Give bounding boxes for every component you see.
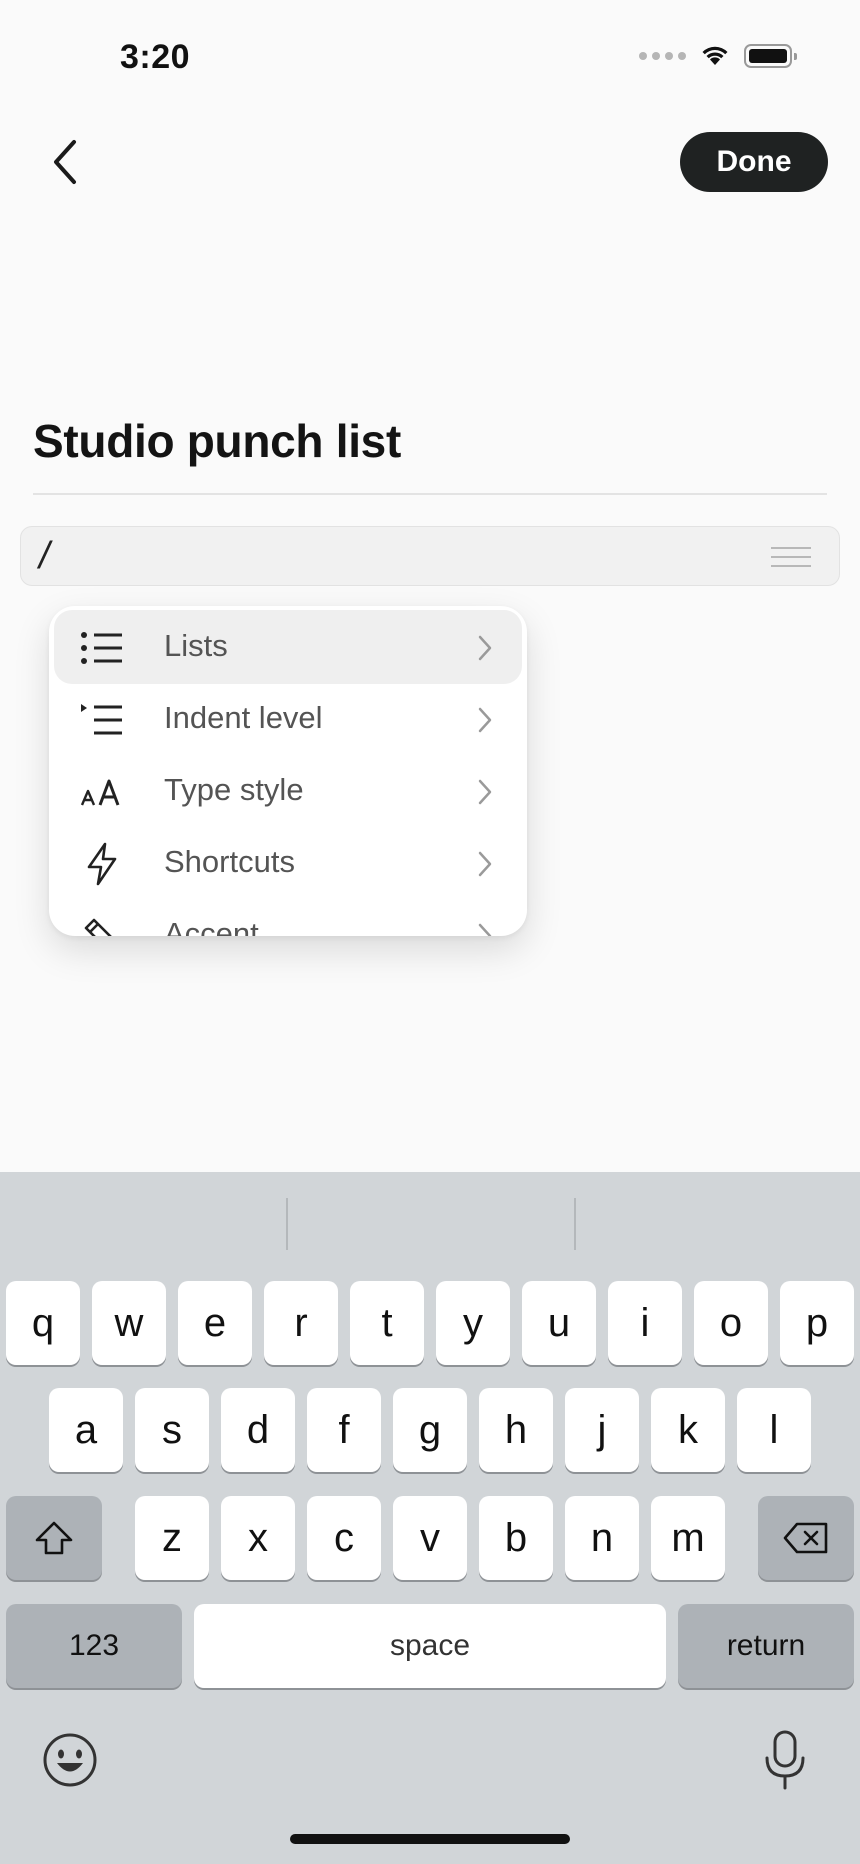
menu-item-label: Lists <box>164 628 228 663</box>
key-v[interactable]: v <box>393 1496 467 1580</box>
chevron-right-icon <box>478 851 492 877</box>
back-button[interactable] <box>40 132 90 192</box>
status-icons <box>639 44 797 68</box>
indent-icon <box>80 698 124 742</box>
suggestion-divider <box>574 1198 576 1250</box>
menu-item-label: Indent level <box>164 700 323 735</box>
key-n[interactable]: n <box>565 1496 639 1580</box>
key-k[interactable]: k <box>651 1388 725 1472</box>
key-g[interactable]: g <box>393 1388 467 1472</box>
key-f[interactable]: f <box>307 1388 381 1472</box>
drag-handle-icon[interactable] <box>771 547 811 574</box>
key-q[interactable]: q <box>6 1281 80 1365</box>
key-e[interactable]: e <box>178 1281 252 1365</box>
key-y[interactable]: y <box>436 1281 510 1365</box>
home-indicator[interactable] <box>290 1834 570 1844</box>
slash-command-block[interactable]: / <box>20 526 840 586</box>
chevron-right-icon <box>478 707 492 733</box>
return-key[interactable]: return <box>678 1604 854 1688</box>
emoji-icon <box>43 1733 97 1787</box>
key-j[interactable]: j <box>565 1388 639 1472</box>
chevron-right-icon <box>478 923 492 936</box>
shift-icon <box>35 1521 73 1555</box>
key-s[interactable]: s <box>135 1388 209 1472</box>
slash-command-menu: Lists Indent level Type style Shortcuts … <box>49 606 527 936</box>
key-h[interactable]: h <box>479 1388 553 1472</box>
key-o[interactable]: o <box>694 1281 768 1365</box>
done-button[interactable]: Done <box>680 132 828 192</box>
menu-item-shortcuts[interactable]: Shortcuts <box>54 826 522 900</box>
highlighter-icon <box>80 914 124 936</box>
key-u[interactable]: u <box>522 1281 596 1365</box>
key-x[interactable]: x <box>221 1496 295 1580</box>
key-z[interactable]: z <box>135 1496 209 1580</box>
key-w[interactable]: w <box>92 1281 166 1365</box>
suggestion-divider <box>286 1198 288 1250</box>
bulleted-list-icon <box>80 626 124 670</box>
text-size-icon <box>80 770 124 814</box>
keyboard: q w e r t y u i o p a s d f g h j k l z … <box>0 1172 860 1864</box>
menu-item-indent-level[interactable]: Indent level <box>54 682 522 756</box>
key-l[interactable]: l <box>737 1388 811 1472</box>
menu-item-lists[interactable]: Lists <box>54 610 522 684</box>
menu-item-type-style[interactable]: Type style <box>54 754 522 828</box>
status-bar: 3:20 <box>0 0 860 110</box>
key-i[interactable]: i <box>608 1281 682 1365</box>
key-b[interactable]: b <box>479 1496 553 1580</box>
numbers-key[interactable]: 123 <box>6 1604 182 1688</box>
title-divider <box>33 493 827 495</box>
slash-command-input[interactable]: / <box>39 535 50 578</box>
key-d[interactable]: d <box>221 1388 295 1472</box>
delete-key[interactable] <box>758 1496 854 1580</box>
menu-item-label: Shortcuts <box>164 844 295 879</box>
cellular-signal-icon <box>639 52 686 60</box>
chevron-right-icon <box>478 635 492 661</box>
key-r[interactable]: r <box>264 1281 338 1365</box>
key-m[interactable]: m <box>651 1496 725 1580</box>
microphone-icon <box>765 1730 805 1790</box>
lightning-bolt-icon <box>80 842 124 886</box>
emoji-button[interactable] <box>40 1730 100 1790</box>
chevron-right-icon <box>478 779 492 805</box>
space-key[interactable]: space <box>194 1604 666 1688</box>
wifi-icon <box>702 46 728 65</box>
menu-item-label: Accent <box>164 916 259 936</box>
dictation-button[interactable] <box>760 1728 810 1794</box>
key-p[interactable]: p <box>780 1281 854 1365</box>
shift-key[interactable] <box>6 1496 102 1580</box>
chevron-left-icon <box>54 140 76 184</box>
key-a[interactable]: a <box>49 1388 123 1472</box>
status-time: 3:20 <box>120 38 191 76</box>
backspace-icon <box>783 1522 828 1554</box>
key-t[interactable]: t <box>350 1281 424 1365</box>
battery-icon <box>744 44 797 68</box>
menu-item-accent[interactable]: Accent <box>54 898 522 936</box>
page-title[interactable]: Studio punch list <box>33 414 401 468</box>
menu-item-label: Type style <box>164 772 304 807</box>
key-c[interactable]: c <box>307 1496 381 1580</box>
